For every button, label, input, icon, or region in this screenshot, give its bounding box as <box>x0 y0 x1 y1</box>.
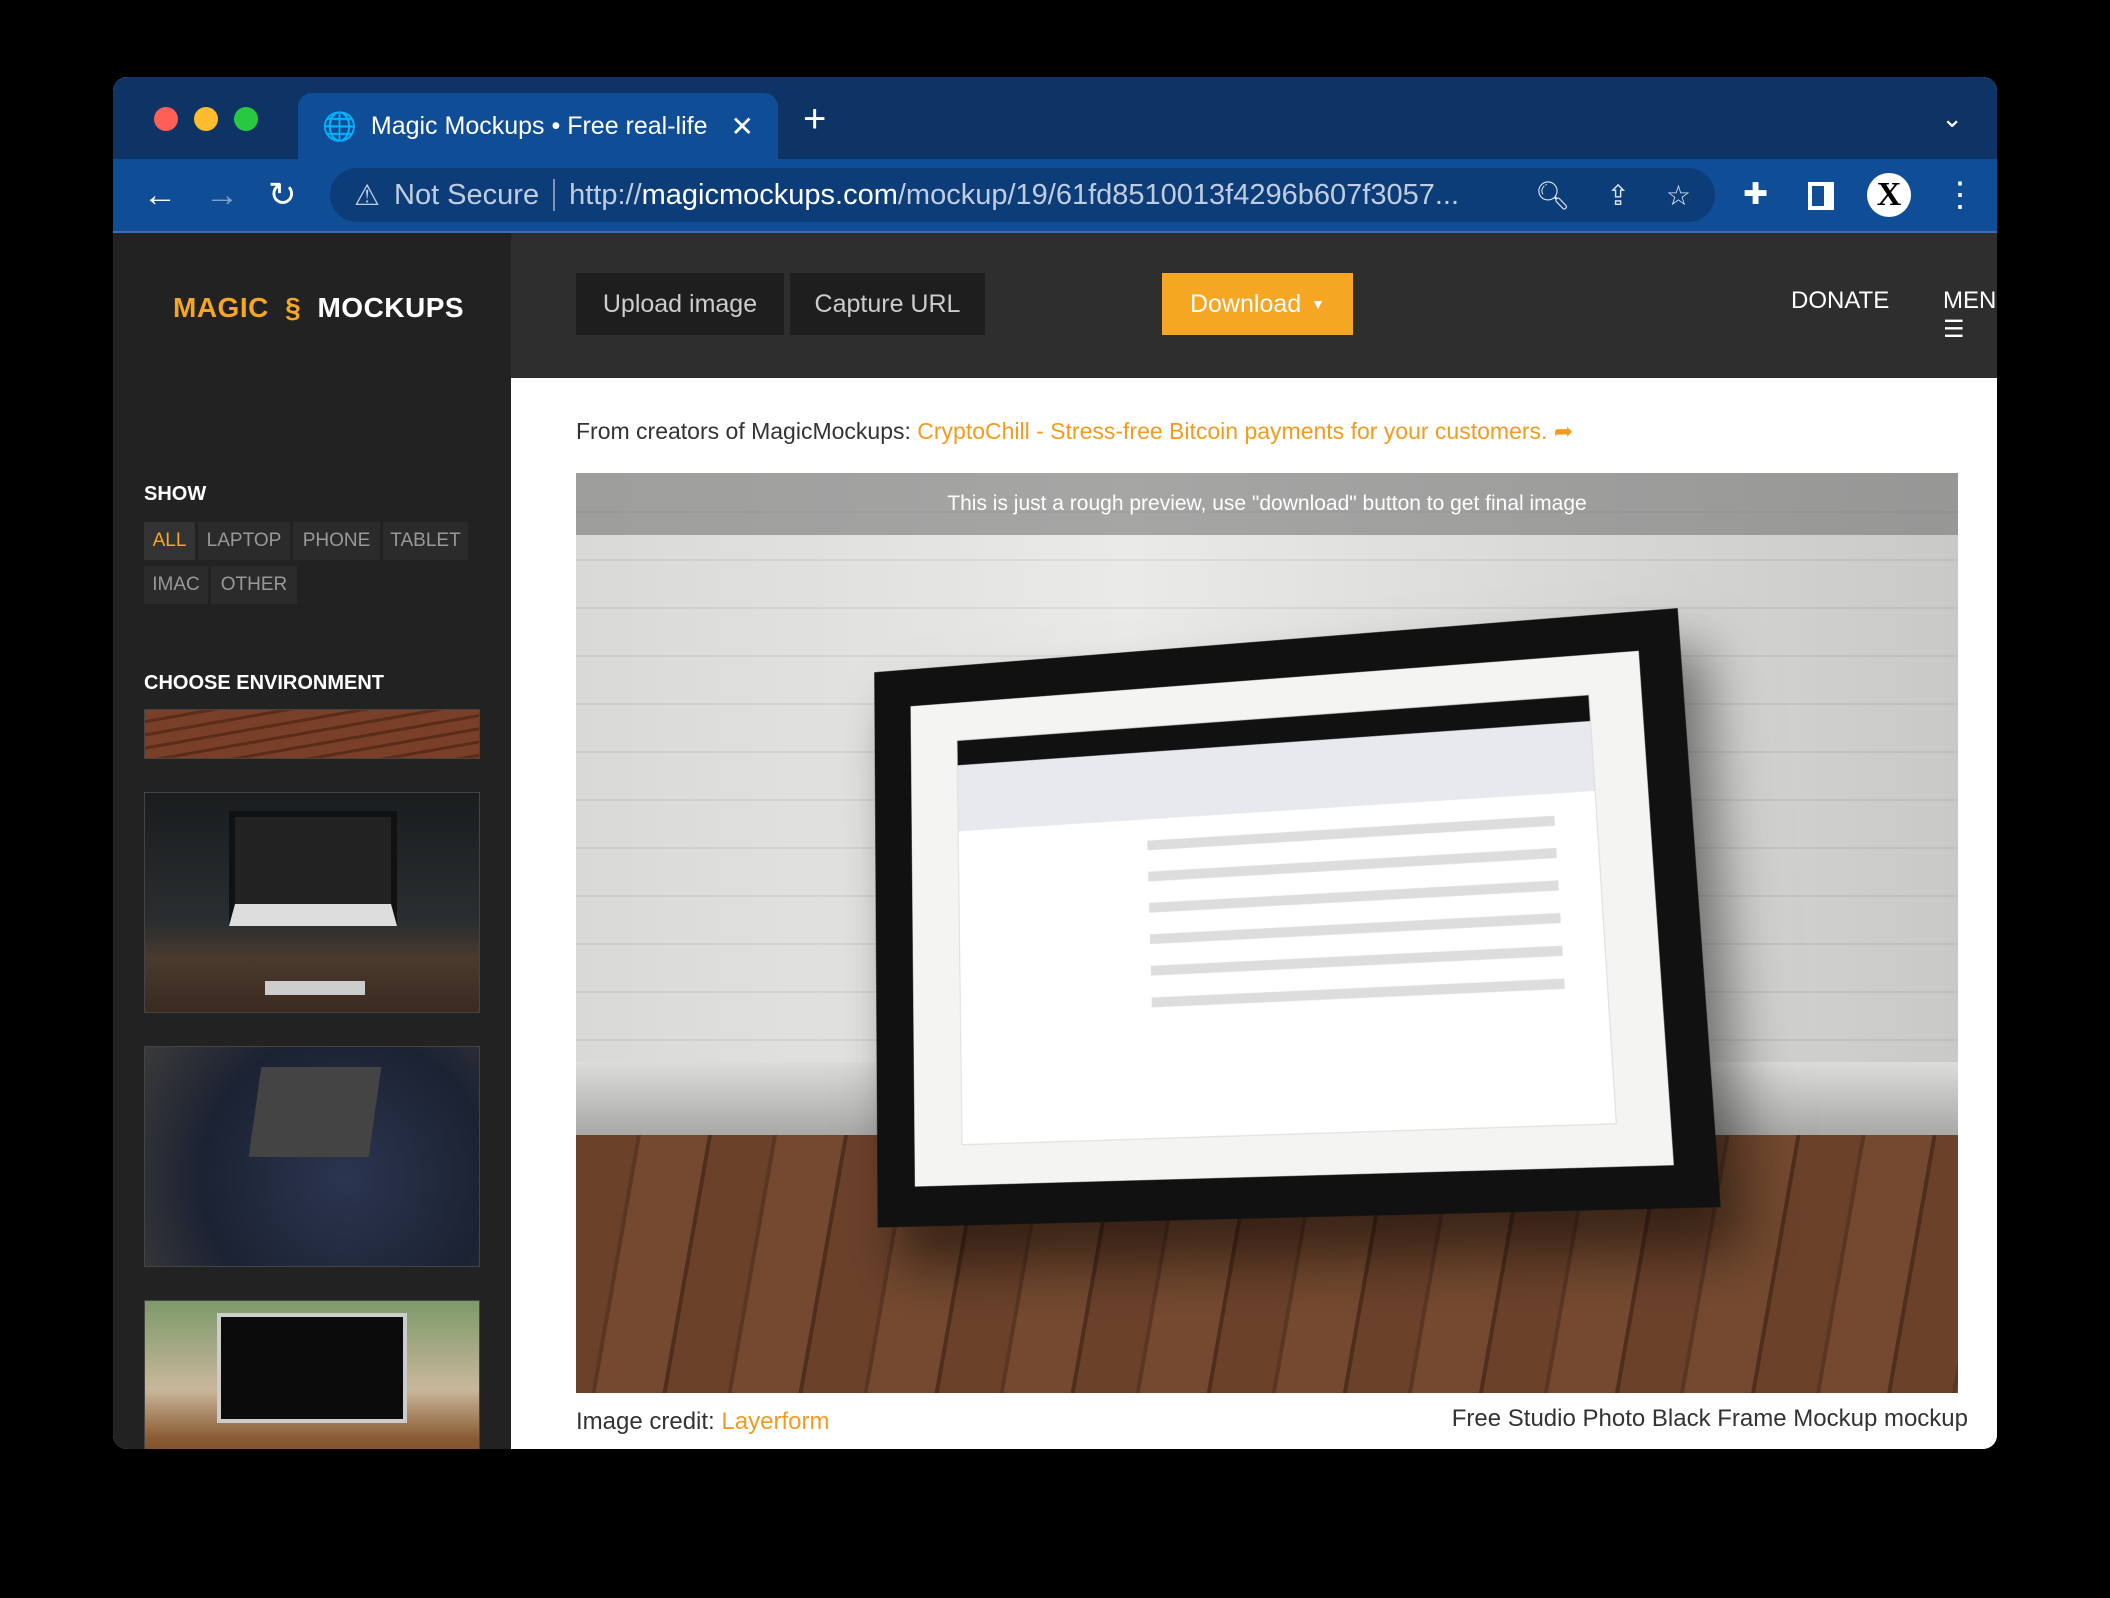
sidebar: MAGIC § MOCKUPS SHOW ALL LAPTOP PHONE TA… <box>113 233 511 1449</box>
tab-title: Magic Mockups • Free real-life <box>371 112 717 141</box>
preview-notice: This is just a rough preview, use "downl… <box>576 473 1958 535</box>
browser-window: 🌐 Magic Mockups • Free real-life ✕ + ⌄ ←… <box>113 77 1997 1449</box>
tab-search-chevron-icon[interactable]: ⌄ <box>1941 103 1963 134</box>
promo-prefix: From creators of MagicMockups: <box>576 418 917 444</box>
filter-imac[interactable]: IMAC <box>144 566 208 604</box>
filter-tablet[interactable]: TABLET <box>383 522 468 560</box>
warning-icon: ⚠ <box>354 178 380 213</box>
frame-mat <box>911 651 1674 1187</box>
layerform-link[interactable]: Layerform <box>721 1408 829 1435</box>
imac-image <box>229 811 397 926</box>
url-host: magicmockups.com <box>642 179 898 211</box>
download-label: Download <box>1190 290 1301 319</box>
logo-mockups: MOCKUPS <box>317 292 464 323</box>
tab-magic-mockups[interactable]: 🌐 Magic Mockups • Free real-life ✕ <box>298 93 778 159</box>
donate-link[interactable]: DONATE <box>1791 287 1889 315</box>
environment-thumbnail[interactable] <box>144 792 480 1013</box>
caret-down-icon: ▼ <box>1311 296 1325 312</box>
filter-laptop[interactable]: LAPTOP <box>198 522 290 560</box>
security-label: Not Secure <box>394 179 539 212</box>
upload-image-button[interactable]: Upload image <box>576 273 784 335</box>
share-arrow-icon: ➦ <box>1554 418 1573 444</box>
promo-text: From creators of MagicMockups: CryptoChi… <box>576 418 1573 445</box>
choose-environment-title: CHOOSE ENVIRONMENT <box>144 672 384 695</box>
url-scheme: http:// <box>569 179 642 211</box>
sidebar-icon[interactable] <box>1808 182 1834 210</box>
show-title: SHOW <box>144 483 206 506</box>
filter-all[interactable]: ALL <box>144 522 195 560</box>
filter-phone[interactable]: PHONE <box>293 522 380 560</box>
reload-icon[interactable]: ↻ <box>268 175 297 215</box>
back-icon[interactable]: ← <box>143 175 177 215</box>
maximize-window-button[interactable] <box>234 107 258 131</box>
extensions-icon[interactable]: ✚ <box>1743 175 1768 215</box>
url-path: /mockup/19/61fd8510013f4296b607f3057... <box>898 179 1459 211</box>
more-menu-icon[interactable]: ⋮ <box>1943 175 1977 215</box>
logo-magic: MAGIC <box>173 292 269 323</box>
hamburger-icon: ☰ <box>1943 316 1965 343</box>
minimize-window-button[interactable] <box>194 107 218 131</box>
environment-thumbnail[interactable] <box>144 1300 480 1449</box>
black-frame <box>874 608 1720 1227</box>
address-bar[interactable]: ⚠ Not Secure http://magicmockups.com/moc… <box>330 168 1715 222</box>
profile-avatar[interactable]: X <box>1867 173 1911 217</box>
globe-icon: 🌐 <box>322 110 357 143</box>
image-credit: Image credit: Layerform <box>576 1408 829 1436</box>
menu-button[interactable]: MENU ☰ <box>1943 287 1997 344</box>
screenshot-in-frame <box>956 694 1616 1145</box>
divider <box>553 179 555 211</box>
zoom-icon[interactable]: 🔍︎ <box>1535 179 1571 212</box>
close-window-button[interactable] <box>154 107 178 131</box>
menu-label: MENU <box>1943 287 1997 314</box>
mockup-preview-image: This is just a rough preview, use "downl… <box>576 473 1958 1393</box>
environment-thumbnail[interactable] <box>144 709 480 759</box>
credit-label: Image credit: <box>576 1408 721 1435</box>
cryptochill-link[interactable]: CryptoChill - Stress-free Bitcoin paymen… <box>917 418 1547 444</box>
forward-icon[interactable]: → <box>205 175 239 215</box>
main-content: From creators of MagicMockups: CryptoChi… <box>511 378 1997 1449</box>
share-icon[interactable]: ⇪ <box>1606 179 1629 212</box>
environment-thumbnail[interactable] <box>144 1046 480 1267</box>
mockup-title: Free Studio Photo Black Frame Mockup moc… <box>1452 1405 1968 1433</box>
close-tab-icon[interactable]: ✕ <box>731 110 754 143</box>
logo-mark-icon: § <box>285 292 301 323</box>
bookmark-star-icon[interactable]: ☆ <box>1666 179 1691 212</box>
download-button[interactable]: Download ▼ <box>1162 273 1353 335</box>
keyboard-image <box>265 981 365 995</box>
capture-url-button[interactable]: Capture URL <box>790 273 985 335</box>
logo[interactable]: MAGIC § MOCKUPS <box>173 292 464 324</box>
new-tab-button[interactable]: + <box>803 97 826 142</box>
url-text[interactable]: http://magicmockups.com/mockup/19/61fd85… <box>569 179 1499 212</box>
browser-toolbar: ← → ↻ ⚠ Not Secure http://magicmockups.c… <box>113 159 1997 233</box>
imac-image <box>217 1313 407 1423</box>
tab-strip: 🌐 Magic Mockups • Free real-life ✕ + ⌄ <box>113 77 1997 159</box>
app-header: Upload image Capture URL Download ▼ DONAT… <box>511 233 1997 378</box>
filter-other[interactable]: OTHER <box>211 566 297 604</box>
laptop-image <box>249 1067 382 1157</box>
